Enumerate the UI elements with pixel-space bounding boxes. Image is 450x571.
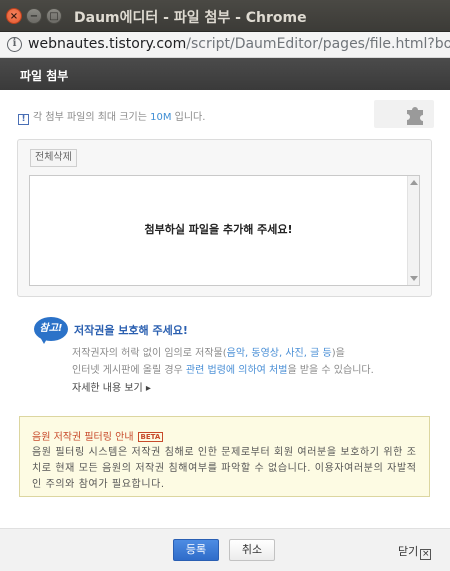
copyright-line2-start: 인터넷 게시판에 올릴 경우 xyxy=(72,365,186,376)
window-close-button[interactable]: × xyxy=(6,8,22,24)
empty-file-message: 첨부하실 파일을 추가해 주세요! xyxy=(144,223,293,236)
plugin-button[interactable] xyxy=(374,100,434,128)
note-badge-icon: 참고! xyxy=(34,317,68,345)
address-bar[interactable]: i webnautes.tistory.com/script/DaumEdito… xyxy=(0,32,450,58)
scroll-down-arrow-icon[interactable] xyxy=(410,276,418,281)
filter-title-row: 음원 저작권 필터링 안내 BETA xyxy=(32,428,164,443)
dialog-content: ! 각 첨부 파일의 최대 크기는 10M 입니다. 전체삭제 첨부하실 파일을 … xyxy=(0,90,450,528)
upload-box: 전체삭제 첨부하실 파일을 추가해 주세요! xyxy=(17,139,432,297)
copyright-text: 저작권자의 허락 없이 임의로 저작물(음악, 동영상, 사진, 글 등)을 인… xyxy=(72,345,432,379)
dialog-header: 파일 첨부 xyxy=(0,58,450,90)
beta-badge: BETA xyxy=(137,432,164,442)
copyright-works-link: 음악, 동영상, 사진, 글 등 xyxy=(226,348,332,359)
delete-all-button[interactable]: 전체삭제 xyxy=(30,149,77,167)
puzzle-icon xyxy=(407,107,423,125)
file-list-scrollbar[interactable] xyxy=(407,176,419,285)
copyright-line1-start: 저작권자의 허락 없이 임의로 저작물( xyxy=(72,348,227,359)
window-minimize-button[interactable]: − xyxy=(26,8,42,24)
url-text[interactable]: webnautes.tistory.com/script/DaumEditor/… xyxy=(28,36,450,52)
register-button[interactable]: 등록 xyxy=(173,539,219,561)
close-button[interactable]: 닫기 × xyxy=(398,543,432,560)
scroll-up-arrow-icon[interactable] xyxy=(410,180,418,185)
notice-suffix: 입니다. xyxy=(171,112,206,123)
url-host: webnautes.tistory.com xyxy=(28,36,187,52)
close-icon: × xyxy=(420,549,432,560)
size-notice: ! 각 첨부 파일의 최대 크기는 10M 입니다. xyxy=(18,108,205,125)
file-list[interactable]: 첨부하실 파일을 추가해 주세요! xyxy=(29,175,420,286)
cancel-button[interactable]: 취소 xyxy=(229,539,275,561)
dialog-footer: 등록 취소 닫기 × xyxy=(0,528,450,571)
site-info-icon[interactable]: i xyxy=(7,37,22,52)
notice-prefix: 각 첨부 파일의 최대 크기는 xyxy=(33,112,151,123)
copyright-heading: 저작권을 보호해 주세요! xyxy=(74,324,188,337)
filter-notice: 음원 저작권 필터링 안내 BETA 음원 필터링 시스템은 저작권 침해로 인한… xyxy=(19,416,430,497)
close-label: 닫기 xyxy=(398,545,419,558)
url-path: /script/DaumEditor/pages/file.html?boxon… xyxy=(186,36,450,52)
window-title-bar: × − □ Daum에디터 - 파일 첨부 - Chrome xyxy=(0,0,450,32)
dialog-title: 파일 첨부 xyxy=(20,69,69,83)
filter-title: 음원 저작권 필터링 안내 xyxy=(32,432,134,443)
window-title: Daum에디터 - 파일 첨부 - Chrome xyxy=(74,10,307,26)
copyright-line1-end: )을 xyxy=(331,348,345,359)
filter-text: 음원 필터링 시스템은 저작권 침해로 인한 문제로부터 회원 여러분을 보호하… xyxy=(32,447,417,490)
notice-size: 10M xyxy=(150,112,172,123)
copyright-law-link: 관련 법령에 의하여 처벌 xyxy=(185,365,288,376)
notice-icon: ! xyxy=(18,114,29,125)
copyright-line2-end: 을 받을 수 있습니다. xyxy=(287,365,374,376)
more-info-link[interactable]: 자세한 내용 보기 ▸ xyxy=(72,379,151,394)
window-maximize-button[interactable]: □ xyxy=(46,8,62,24)
